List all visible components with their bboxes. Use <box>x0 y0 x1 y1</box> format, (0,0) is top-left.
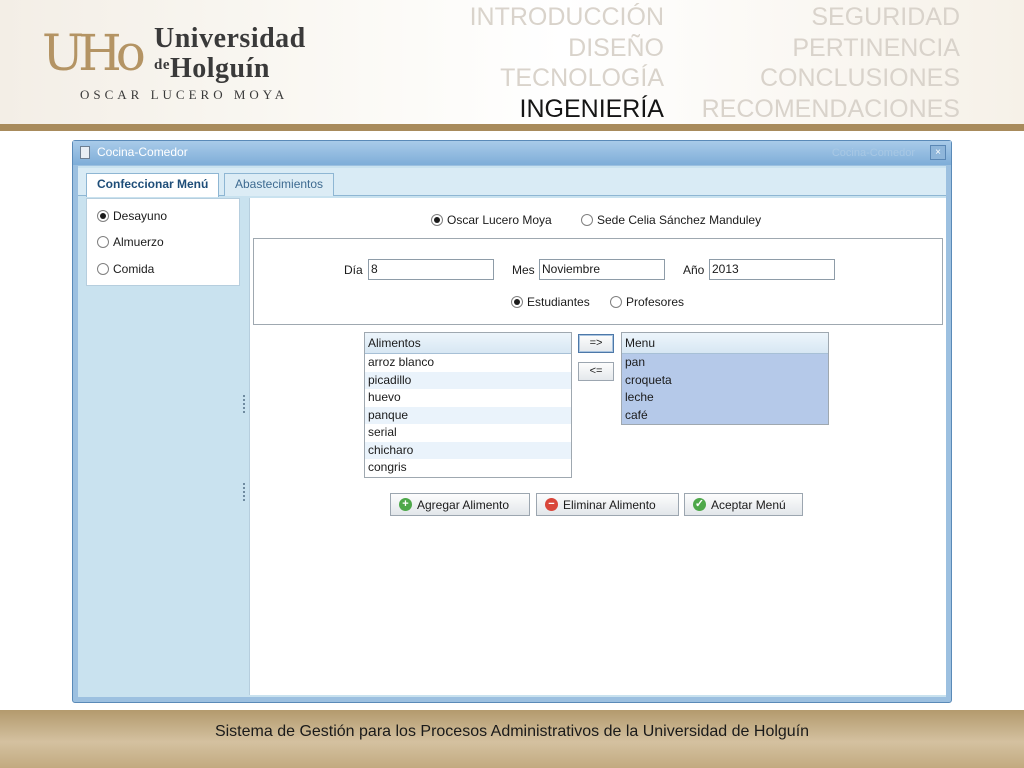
radio-icon[interactable] <box>610 296 622 308</box>
app-window: Cocina-Comedor Cocina-Comedor × Confecci… <box>72 140 952 703</box>
window-content: Confeccionar Menú Abastecimientos Desayu… <box>78 166 946 697</box>
radio-sede-oscar[interactable]: Oscar Lucero Moya <box>431 213 552 227</box>
author-name: OSCAR LUCERO MOYA <box>80 87 289 102</box>
nav-diseno[interactable]: DISEÑO <box>470 33 664 64</box>
move-to-alimentos-button[interactable]: <= <box>578 362 614 381</box>
alimentos-list[interactable]: Alimentos arroz blanco picadillo huevo p… <box>364 332 572 478</box>
dia-field[interactable]: 8 <box>368 259 494 280</box>
accept-menu-button[interactable]: ✓ Aceptar Menú <box>684 493 803 516</box>
section-nav-left: INTRODUCCIÓN DISEÑO TECNOLOGÍA INGENIERÍ… <box>470 2 664 124</box>
menu-list[interactable]: Menu pan croqueta leche café <box>621 332 829 425</box>
list-item[interactable]: leche <box>622 389 828 407</box>
list-item[interactable]: croqueta <box>622 371 828 389</box>
window-title: Cocina-Comedor <box>97 145 188 159</box>
slide-footer: Sistema de Gestión para los Procesos Adm… <box>0 710 1024 768</box>
radio-icon[interactable] <box>97 210 109 222</box>
list-item[interactable]: chicharo <box>365 441 571 459</box>
app-icon <box>80 146 90 159</box>
radio-icon[interactable] <box>431 214 443 226</box>
list-item[interactable]: serial <box>365 424 571 442</box>
radio-profesores[interactable]: Profesores <box>610 295 684 309</box>
list-item[interactable]: congris <box>365 459 571 477</box>
remove-food-label: Eliminar Alimento <box>563 497 656 512</box>
radio-icon[interactable] <box>511 296 523 308</box>
radio-label: Sede Celia Sánchez Manduley <box>597 213 762 227</box>
nav-tecnologia[interactable]: TECNOLOGÍA <box>470 63 664 94</box>
meal-type-panel: Desayuno Almuerzo Comida <box>86 198 240 286</box>
tab-confeccionar-menu[interactable]: Confeccionar Menú <box>86 173 220 197</box>
radio-icon[interactable] <box>97 236 109 248</box>
list-item[interactable]: café <box>622 406 828 424</box>
nav-seguridad[interactable]: SEGURIDAD <box>702 2 960 33</box>
anio-label: Año <box>683 263 705 277</box>
section-nav-right: SEGURIDAD PERTINENCIA CONCLUSIONES RECOM… <box>702 2 960 124</box>
list-item[interactable]: huevo <box>365 389 571 407</box>
move-to-menu-button[interactable]: => <box>578 334 614 353</box>
nav-ingenieria[interactable]: INGENIERÍA <box>470 94 664 125</box>
radio-label: Estudiantes <box>527 295 590 309</box>
nav-introduccion[interactable]: INTRODUCCIÓN <box>470 2 664 33</box>
radio-label: Oscar Lucero Moya <box>447 213 552 227</box>
plus-icon: + <box>399 498 412 511</box>
list-item[interactable]: pan <box>622 354 828 372</box>
radio-icon[interactable] <box>97 263 109 275</box>
footer-text: Sistema de Gestión para los Procesos Adm… <box>214 723 810 740</box>
add-food-button[interactable]: + Agregar Alimento <box>390 493 530 516</box>
list-item[interactable]: panque <box>365 406 571 424</box>
radio-label: Almuerzo <box>113 235 164 249</box>
radio-almuerzo[interactable]: Almuerzo <box>97 235 164 249</box>
radio-comida[interactable]: Comida <box>97 262 154 276</box>
tab-strip: Confeccionar Menú Abastecimientos <box>78 168 946 197</box>
radio-label: Comida <box>113 262 155 276</box>
logo-holguin-text: deHolguín <box>154 53 270 84</box>
splitter-handle[interactable] <box>243 395 245 413</box>
accept-menu-label: Aceptar Menú <box>711 497 786 512</box>
add-food-label: Agregar Alimento <box>417 497 510 512</box>
date-group: Día 8 Mes Noviembre Año 2013 Estudiantes… <box>253 238 943 325</box>
dia-label: Día <box>344 263 363 277</box>
check-icon: ✓ <box>693 498 706 511</box>
radio-icon[interactable] <box>581 214 593 226</box>
mes-label: Mes <box>512 263 535 277</box>
minus-icon: − <box>545 498 558 511</box>
radio-estudiantes[interactable]: Estudiantes <box>511 295 590 309</box>
logo-mark: UHo <box>42 24 146 82</box>
mes-field[interactable]: Noviembre <box>539 259 665 280</box>
radio-label: Desayuno <box>113 209 168 223</box>
nav-recomendaciones[interactable]: RECOMENDACIONES <box>702 94 960 125</box>
splitter-handle[interactable] <box>243 483 245 501</box>
alimentos-list-header[interactable]: Alimentos <box>365 333 571 354</box>
radio-label: Profesores <box>626 295 685 309</box>
window-faint-caption: Cocina-Comedor <box>831 147 915 159</box>
university-logo: UHo Universidad deHolguín OSCAR LUCERO M… <box>42 24 342 104</box>
close-button[interactable]: × <box>930 145 946 160</box>
list-item[interactable]: arroz blanco <box>365 354 571 372</box>
anio-field[interactable]: 2013 <box>709 259 835 280</box>
radio-desayuno[interactable]: Desayuno <box>97 209 167 223</box>
tab-abastecimientos[interactable]: Abastecimientos <box>224 173 335 196</box>
menu-list-header[interactable]: Menu <box>622 333 828 354</box>
radio-sede-celia[interactable]: Sede Celia Sánchez Manduley <box>581 213 761 227</box>
remove-food-button[interactable]: − Eliminar Alimento <box>536 493 679 516</box>
header-divider <box>0 124 1024 131</box>
list-item[interactable]: picadillo <box>365 371 571 389</box>
slide-header: UHo Universidad deHolguín OSCAR LUCERO M… <box>0 0 1024 124</box>
title-bar[interactable]: Cocina-Comedor Cocina-Comedor × <box>73 141 951 165</box>
menu-editor-panel: Oscar Lucero Moya Sede Celia Sánchez Man… <box>249 198 946 695</box>
nav-conclusiones[interactable]: CONCLUSIONES <box>702 63 960 94</box>
nav-pertinencia[interactable]: PERTINENCIA <box>702 33 960 64</box>
